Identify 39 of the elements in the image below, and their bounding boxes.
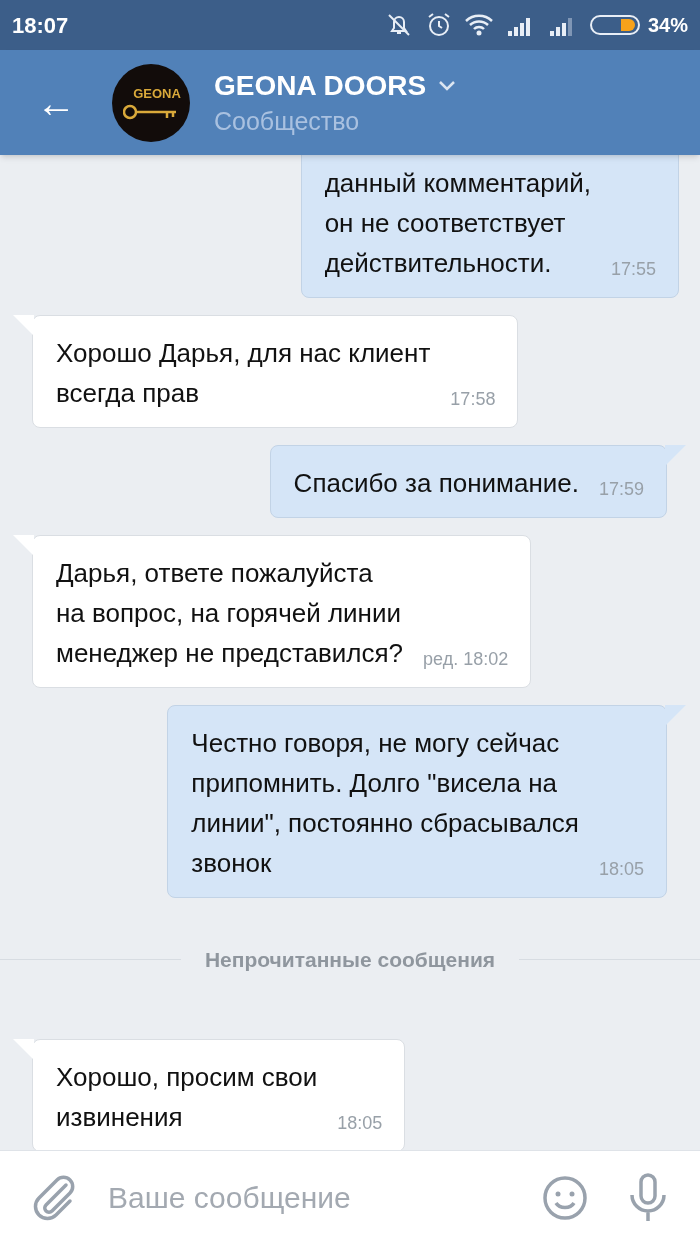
microphone-icon[interactable] <box>628 1172 668 1223</box>
battery-percent: 34% <box>647 13 688 38</box>
message-bubble[interactable]: данный комментарий, он не соответствует действительности. 17:55 <box>300 155 679 298</box>
message-text: Честно говоря, не могу сейчас припомнить. Долго "висела на линии", постоянно сбрасывался звонок <box>191 727 579 880</box>
message-bubble[interactable]: Спасибо за понимание. 17:59 <box>269 445 667 518</box>
bubble-tail <box>665 445 687 467</box>
key-icon <box>123 103 179 122</box>
message-composer[interactable]: Ваше сообщение <box>0 1150 700 1244</box>
bubble-tail <box>12 315 34 337</box>
message-time: 17:55 <box>610 258 656 281</box>
paperclip-icon[interactable] <box>32 1174 76 1221</box>
bubble-tail <box>12 1038 34 1061</box>
chat-subtitle: Сообщество <box>214 105 361 137</box>
message-text: Дарья, ответе пожалуйста на вопрос, на горячей линии менеджер не представился? <box>56 557 404 670</box>
message-time: 17:58 <box>450 388 496 411</box>
chat-title[interactable]: GEONA DOORS <box>214 67 427 104</box>
clock-time: 18:07 <box>12 11 69 40</box>
community-avatar[interactable]: GEONA <box>112 63 190 142</box>
chevron-down-icon[interactable] <box>438 79 457 92</box>
message-text: Спасибо за понимание. <box>293 467 579 500</box>
message-bubble[interactable]: Хорошо Дарья, для нас клиент всегда прав 17:58 <box>32 315 519 428</box>
message-text: Хорошо Дарья, для нас клиент всегда прав <box>56 337 431 410</box>
logo-text: GEONA <box>133 84 181 103</box>
wifi-icon <box>463 13 494 37</box>
bubble-tail <box>665 705 687 727</box>
bubble-tail <box>12 535 34 557</box>
message-bubble[interactable]: Дарья, ответе пожалуйста на вопрос, на горячей линии менеджер не представился? ред. 18:02 <box>32 535 532 688</box>
message-text: Хорошо, просим свои извинения <box>56 1060 318 1134</box>
battery-icon <box>589 14 640 36</box>
smiley-icon[interactable] <box>542 1174 588 1221</box>
message-time: 17:59 <box>598 478 644 501</box>
message-bubble[interactable]: Честно говоря, не могу сейчас припомнить. Долго "висела на линии", постоянно сбрасывался звонок 18:05 <box>167 705 667 898</box>
message-time: 18:05 <box>598 858 644 881</box>
back-button[interactable]: ← <box>16 67 96 138</box>
message-text: данный комментарий, он не соответствует действительности. <box>324 167 591 280</box>
message-time: ред. 18:02 <box>423 648 509 671</box>
message-time: 18:05 <box>337 1111 383 1135</box>
unread-divider-label: Непрочитанные сообщения <box>203 947 497 973</box>
message-bubble[interactable]: Хорошо, просим свои извинения 18:05 <box>32 1038 406 1150</box>
